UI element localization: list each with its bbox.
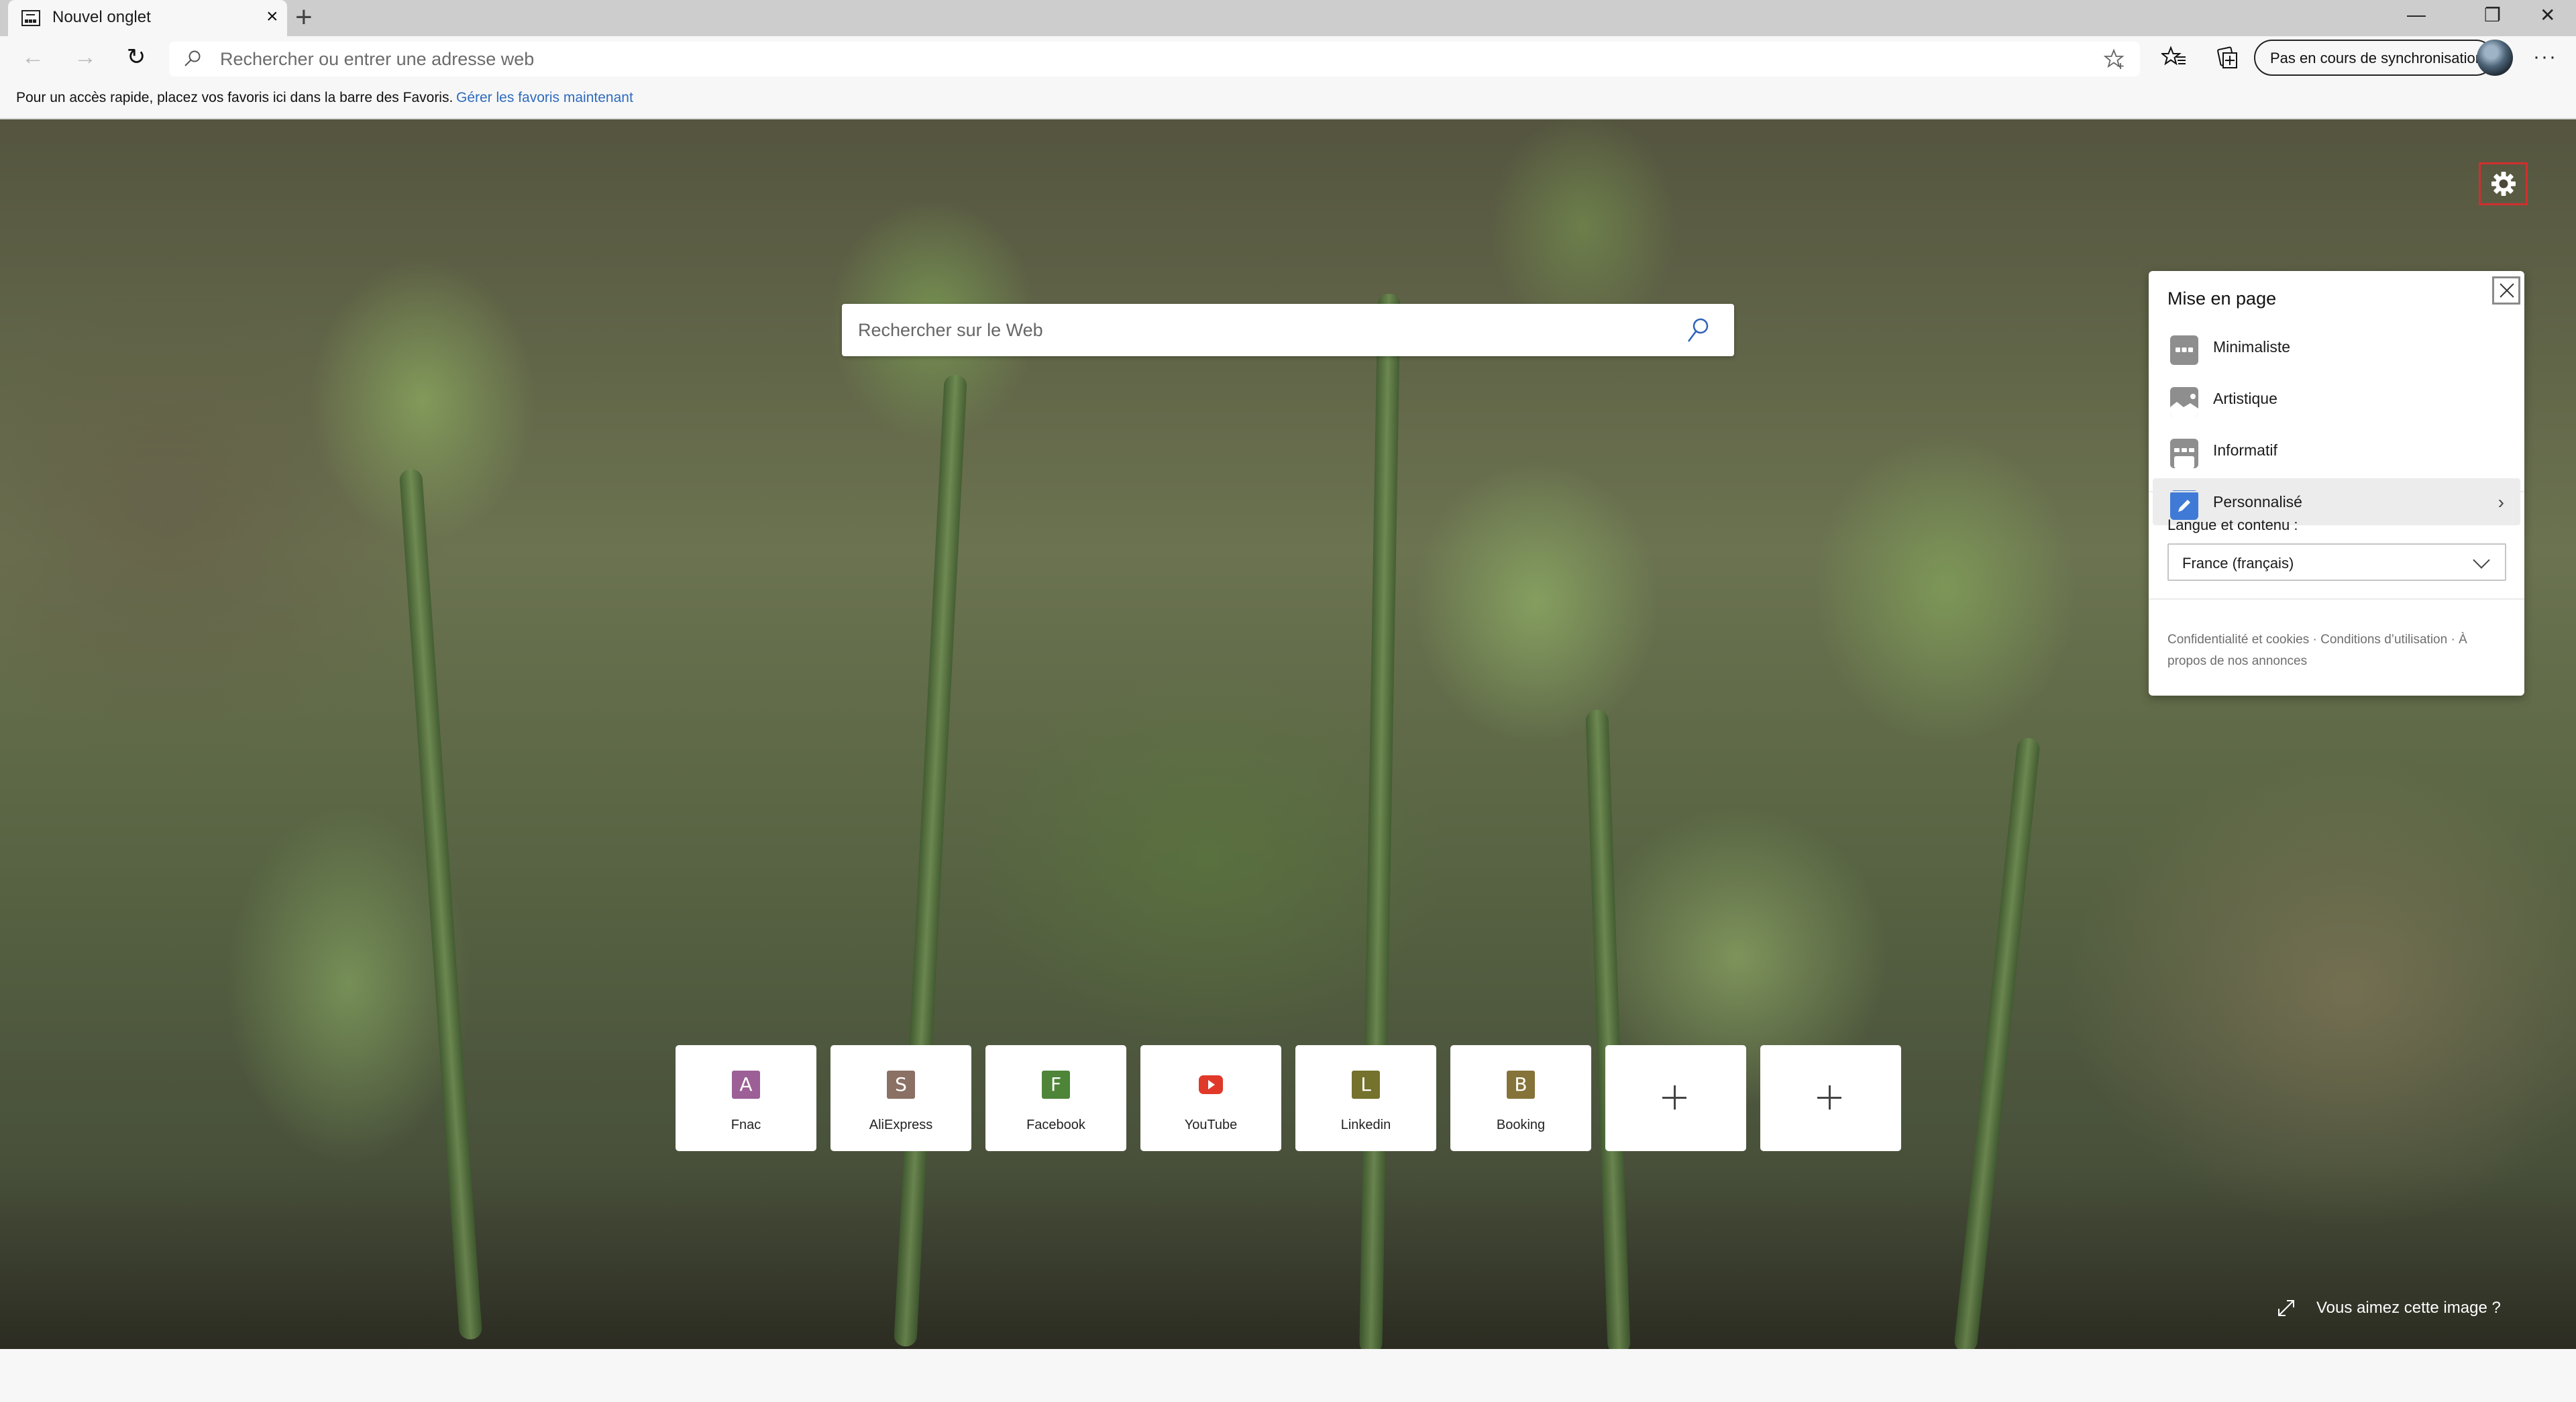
top-site-label: YouTube	[1184, 1118, 1238, 1132]
address-input[interactable]	[220, 42, 2031, 76]
language-select[interactable]: France (français)	[2167, 543, 2506, 581]
site-letter-icon: S	[887, 1071, 915, 1099]
page-settings-button[interactable]	[2479, 162, 2528, 205]
tab-title: Nouvel onglet	[52, 8, 151, 26]
site-letter-icon: F	[1042, 1071, 1070, 1099]
favorites-icon[interactable]	[2161, 44, 2188, 71]
address-bar[interactable]	[169, 42, 2140, 76]
tab-close-button[interactable]: ×	[266, 7, 278, 27]
like-image-button[interactable]: Vous aimez cette image ?	[2277, 1299, 2501, 1317]
fern-stem-decoration	[1359, 293, 1401, 1349]
reload-button[interactable]: ↻	[119, 40, 153, 74]
chevron-right-icon: ›	[2498, 492, 2504, 513]
top-site-label: Booking	[1496, 1118, 1546, 1132]
artistic-layout-icon	[2170, 387, 2198, 417]
manage-favorites-link[interactable]: Gérer les favoris maintenant	[456, 90, 633, 106]
top-site-label: Fnac	[731, 1118, 761, 1132]
gear-icon	[2491, 172, 2516, 196]
add-favorite-icon[interactable]	[2104, 48, 2125, 70]
background-image: Mise en page Minimaliste Artistique Info…	[0, 119, 2576, 1349]
top-site-label: Facebook	[1026, 1118, 1085, 1132]
top-site-tile[interactable]: F Facebook	[985, 1045, 1126, 1151]
youtube-icon	[1197, 1071, 1225, 1099]
panel-title: Mise en page	[2167, 288, 2277, 309]
profile-avatar[interactable]	[2477, 40, 2513, 76]
expand-icon	[2278, 1300, 2294, 1316]
site-letter-icon: A	[732, 1071, 760, 1099]
layout-option-minimal[interactable]: Minimaliste	[2153, 323, 2520, 370]
plus-icon	[1662, 1085, 1686, 1110]
top-site-tile[interactable]: B Booking	[1450, 1045, 1591, 1151]
language-label: Langue et contenu :	[2167, 517, 2298, 533]
top-site-label: AliExpress	[869, 1118, 933, 1132]
tab-new-tab[interactable]: Nouvel onglet ×	[8, 0, 287, 36]
web-search-input[interactable]	[858, 304, 1663, 356]
fern-stem-decoration	[398, 468, 483, 1340]
sync-status-button[interactable]: Pas en cours de synchronisation	[2254, 40, 2494, 76]
layout-option-artistic[interactable]: Artistique	[2153, 375, 2520, 422]
minimize-button[interactable]: —	[2407, 4, 2426, 25]
custom-layout-icon	[2170, 490, 2198, 520]
panel-footer: Confidentialité et cookies · Conditions …	[2167, 629, 2510, 672]
divider	[2149, 491, 2524, 492]
site-letter-icon: L	[1352, 1071, 1380, 1099]
layout-option-label: Artistique	[2213, 390, 2277, 407]
layout-option-label: Minimaliste	[2213, 338, 2291, 356]
chevron-down-icon	[2473, 551, 2490, 569]
close-panel-button[interactable]	[2492, 276, 2520, 305]
site-letter-icon: B	[1507, 1071, 1535, 1099]
language-select-value: France (français)	[2182, 555, 2294, 572]
layout-option-label: Informatif	[2213, 441, 2277, 459]
restore-button[interactable]: ❐	[2484, 4, 2501, 26]
informational-layout-icon	[2170, 439, 2198, 468]
forward-button[interactable]: →	[68, 40, 102, 74]
toolbar: ← → ↻ Pas en cours de synchronisation ··…	[0, 36, 2576, 79]
layout-option-informational[interactable]: Informatif	[2153, 427, 2520, 474]
sync-status-label: Pas en cours de synchronisation	[2270, 50, 2483, 66]
top-site-tile[interactable]: YouTube	[1140, 1045, 1281, 1151]
add-site-tile[interactable]	[1760, 1045, 1901, 1151]
search-icon	[184, 50, 201, 66]
new-tab-button[interactable]: +	[295, 3, 313, 32]
privacy-link[interactable]: Confidentialité et cookies	[2167, 633, 2309, 647]
fern-stem-decoration	[1953, 737, 2041, 1349]
fern-stem-decoration	[1585, 709, 1631, 1349]
add-site-tile[interactable]	[1605, 1045, 1746, 1151]
plus-icon	[1817, 1085, 1841, 1110]
divider	[2149, 598, 2524, 600]
fern-stem-decoration	[894, 374, 967, 1347]
layout-option-label: Personnalisé	[2213, 493, 2302, 510]
top-site-label: Linkedin	[1340, 1118, 1391, 1132]
footer-separator: ·	[2447, 633, 2459, 647]
favorites-bar-message: Pour un accès rapide, placez vos favoris…	[16, 90, 453, 105]
footer-separator: ·	[2309, 633, 2321, 647]
more-menu-button[interactable]: ···	[2533, 46, 2557, 68]
back-button[interactable]: ←	[16, 40, 50, 74]
tab-strip: Nouvel onglet × + — ❐ ✕	[0, 0, 2576, 36]
page-footer-area	[0, 1349, 2576, 1402]
web-search-box[interactable]	[842, 304, 1734, 356]
like-image-label: Vous aimez cette image ?	[2316, 1299, 2501, 1317]
terms-link[interactable]: Conditions d’utilisation	[2320, 633, 2447, 647]
favorites-bar: Pour un accès rapide, placez vos favoris…	[0, 79, 2576, 119]
collections-icon[interactable]	[2215, 44, 2242, 71]
top-site-tile[interactable]: L Linkedin	[1295, 1045, 1436, 1151]
search-icon[interactable]	[1686, 317, 1710, 343]
top-site-tile[interactable]: S AliExpress	[830, 1045, 971, 1151]
minimal-layout-icon	[2170, 335, 2198, 365]
top-site-tile[interactable]: A Fnac	[676, 1045, 816, 1151]
window-close-button[interactable]: ✕	[2540, 4, 2555, 26]
new-tab-page-icon	[21, 10, 40, 26]
page-layout-panel: Mise en page Minimaliste Artistique Info…	[2149, 271, 2524, 696]
